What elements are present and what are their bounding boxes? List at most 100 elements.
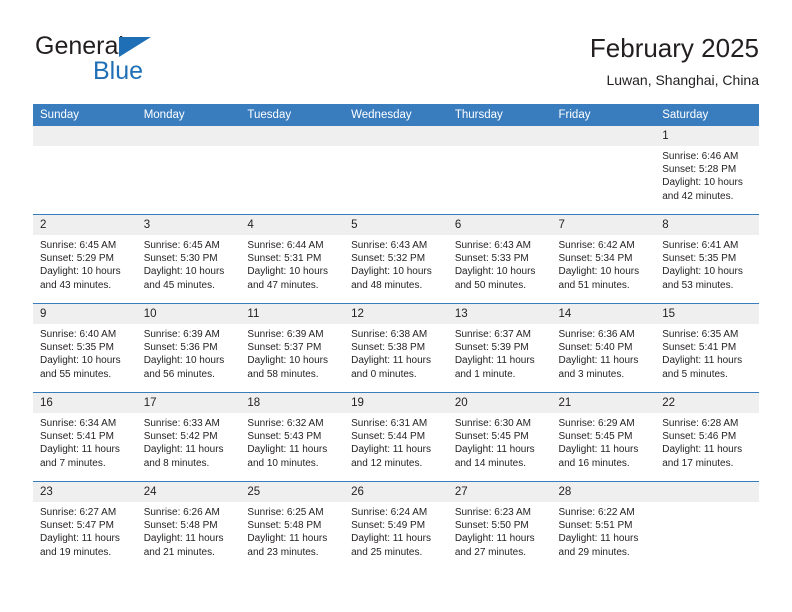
- day-number: 28: [551, 482, 656, 502]
- day-details: Sunrise: 6:44 AM Sunset: 5:31 PM Daylight:…: [240, 235, 344, 292]
- daylight-text: Daylight: 11 hours and 23 minutes.: [247, 533, 328, 558]
- day-details: Sunrise: 6:42 AM Sunset: 5:34 PM Daylight:…: [552, 235, 656, 292]
- day-details: [448, 146, 552, 150]
- logo-general-blue[interactable]: General Blue: [33, 32, 263, 92]
- sunrise-text: Sunrise: 6:35 AM: [662, 329, 739, 340]
- sunrise-text: Sunrise: 6:36 AM: [558, 329, 635, 340]
- calendar-day-cell[interactable]: 9 Sunrise: 6:40 AM Sunset: 5:35 PM Daylight…: [33, 303, 137, 393]
- day-number: 25: [240, 482, 345, 502]
- day-number: 2: [33, 215, 137, 235]
- calendar-day-cell[interactable]: 26 Sunrise: 6:24 AM Sunset: 5:49 PM Dayligh…: [344, 481, 448, 570]
- calendar-day-cell[interactable]: 16 Sunrise: 6:34 AM Sunset: 5:41 PM Dayligh…: [33, 392, 137, 482]
- daylight-text: Daylight: 11 hours and 1 minute.: [454, 355, 535, 380]
- day-number: 18: [240, 393, 345, 413]
- calendar-day-cell-empty: [344, 126, 448, 215]
- day-details: Sunrise: 6:43 AM Sunset: 5:33 PM Daylight:…: [448, 235, 552, 292]
- day-details: Sunrise: 6:36 AM Sunset: 5:40 PM Daylight:…: [552, 324, 656, 381]
- day-number: [136, 126, 241, 146]
- weekday-header-thursday: Thursday: [447, 104, 552, 126]
- day-details: Sunrise: 6:41 AM Sunset: 5:35 PM Daylight:…: [655, 235, 759, 292]
- sunset-text: Sunset: 5:47 PM: [40, 520, 114, 532]
- calendar-day-cell[interactable]: 20 Sunrise: 6:30 AM Sunset: 5:45 PM Dayligh…: [447, 392, 552, 482]
- calendar-day-cell[interactable]: 27 Sunrise: 6:23 AM Sunset: 5:50 PM Dayligh…: [447, 481, 552, 570]
- sunset-text: Sunset: 5:46 PM: [662, 431, 737, 443]
- logo-text-general: General: [35, 32, 124, 60]
- calendar-day-cell[interactable]: 15 Sunrise: 6:35 AM Sunset: 5:41 PM Dayligh…: [655, 303, 759, 393]
- daylight-text: Daylight: 10 hours and 42 minutes.: [662, 177, 743, 202]
- sunset-text: Sunset: 5:37 PM: [247, 342, 322, 354]
- calendar-day-cell[interactable]: 4 Sunrise: 6:44 AM Sunset: 5:31 PM Daylight…: [240, 214, 345, 304]
- sunrise-text: Sunrise: 6:28 AM: [662, 418, 739, 429]
- daylight-text: Daylight: 11 hours and 12 minutes.: [351, 444, 431, 469]
- day-number: [551, 126, 656, 146]
- sunset-text: Sunset: 5:43 PM: [247, 431, 322, 443]
- calendar-day-cell[interactable]: 28 Sunrise: 6:22 AM Sunset: 5:51 PM Dayligh…: [551, 481, 656, 570]
- sunrise-text: Sunrise: 6:45 AM: [40, 240, 117, 251]
- sunset-text: Sunset: 5:31 PM: [247, 253, 322, 265]
- day-number: 8: [655, 215, 759, 235]
- sunset-text: Sunset: 5:51 PM: [558, 520, 633, 532]
- calendar-day-cell[interactable]: 13 Sunrise: 6:37 AM Sunset: 5:39 PM Dayligh…: [447, 303, 552, 393]
- daylight-text: Daylight: 11 hours and 7 minutes.: [40, 444, 120, 469]
- calendar-day-cell[interactable]: 14 Sunrise: 6:36 AM Sunset: 5:40 PM Dayligh…: [551, 303, 656, 393]
- calendar-day-cell[interactable]: 7 Sunrise: 6:42 AM Sunset: 5:34 PM Daylight…: [551, 214, 656, 304]
- calendar-day-cell[interactable]: 17 Sunrise: 6:33 AM Sunset: 5:42 PM Dayligh…: [136, 392, 241, 482]
- sunrise-text: Sunrise: 6:44 AM: [247, 240, 324, 251]
- day-details: Sunrise: 6:35 AM Sunset: 5:41 PM Daylight:…: [655, 324, 759, 381]
- daylight-text: Daylight: 10 hours and 43 minutes.: [40, 266, 121, 291]
- sunset-text: Sunset: 5:50 PM: [454, 520, 529, 532]
- calendar-day-cell[interactable]: 22 Sunrise: 6:28 AM Sunset: 5:46 PM Dayligh…: [655, 392, 759, 482]
- title-block: February 2025 Luwan, Shanghai, China: [590, 32, 759, 90]
- calendar-day-cell-empty: [551, 126, 656, 215]
- day-details: Sunrise: 6:34 AM Sunset: 5:41 PM Daylight:…: [33, 413, 137, 470]
- calendar-day-cell[interactable]: 23 Sunrise: 6:27 AM Sunset: 5:47 PM Dayligh…: [33, 481, 137, 570]
- calendar-day-cell[interactable]: 5 Sunrise: 6:43 AM Sunset: 5:32 PM Daylight…: [344, 214, 448, 304]
- sunrise-text: Sunrise: 6:41 AM: [662, 240, 739, 251]
- calendar-week-row: 16 Sunrise: 6:34 AM Sunset: 5:41 PM Dayligh…: [33, 392, 759, 482]
- calendar-grid: Sunday Monday Tuesday Wednesday Thursday…: [33, 104, 759, 570]
- calendar-day-cell[interactable]: 21 Sunrise: 6:29 AM Sunset: 5:45 PM Dayligh…: [551, 392, 656, 482]
- day-details: Sunrise: 6:27 AM Sunset: 5:47 PM Daylight:…: [33, 502, 137, 559]
- sunrise-text: Sunrise: 6:46 AM: [662, 151, 739, 162]
- calendar-day-cell[interactable]: 1 Sunrise: 6:46 AM Sunset: 5:28 PM Daylight…: [655, 126, 759, 215]
- calendar-day-cell[interactable]: 10 Sunrise: 6:39 AM Sunset: 5:36 PM Dayligh…: [136, 303, 241, 393]
- sunrise-text: Sunrise: 6:39 AM: [143, 329, 220, 340]
- sunrise-text: Sunrise: 6:26 AM: [143, 507, 220, 518]
- daylight-text: Daylight: 10 hours and 50 minutes.: [454, 266, 536, 291]
- day-number: 3: [136, 215, 241, 235]
- day-number: 10: [136, 304, 241, 324]
- calendar-page: General Blue February 2025 Luwan, Shangh…: [0, 0, 792, 612]
- daylight-text: Daylight: 11 hours and 10 minutes.: [247, 444, 328, 469]
- page-subtitle-location: Luwan, Shanghai, China: [606, 72, 759, 88]
- calendar-day-cell[interactable]: 2 Sunrise: 6:45 AM Sunset: 5:29 PM Daylight…: [33, 214, 137, 304]
- day-number: 21: [551, 393, 656, 413]
- calendar-day-cell[interactable]: 8 Sunrise: 6:41 AM Sunset: 5:35 PM Daylight…: [655, 214, 759, 304]
- weekday-header-saturday: Saturday: [655, 104, 759, 126]
- calendar-day-cell[interactable]: 12 Sunrise: 6:38 AM Sunset: 5:38 PM Dayligh…: [344, 303, 448, 393]
- calendar-day-cell[interactable]: 18 Sunrise: 6:32 AM Sunset: 5:43 PM Dayligh…: [240, 392, 345, 482]
- sunset-text: Sunset: 5:29 PM: [40, 253, 114, 265]
- daylight-text: Daylight: 10 hours and 45 minutes.: [143, 266, 225, 291]
- day-number: [33, 126, 137, 146]
- day-details: Sunrise: 6:25 AM Sunset: 5:48 PM Daylight:…: [240, 502, 344, 559]
- day-number: [447, 126, 552, 146]
- sunrise-text: Sunrise: 6:34 AM: [40, 418, 117, 429]
- day-number: 26: [344, 482, 448, 502]
- day-details: [344, 146, 448, 150]
- day-details: Sunrise: 6:38 AM Sunset: 5:38 PM Daylight:…: [344, 324, 448, 381]
- calendar-day-cell[interactable]: 6 Sunrise: 6:43 AM Sunset: 5:33 PM Daylight…: [447, 214, 552, 304]
- day-details: [655, 502, 759, 506]
- day-number: 22: [655, 393, 759, 413]
- calendar-day-cell[interactable]: 24 Sunrise: 6:26 AM Sunset: 5:48 PM Dayligh…: [136, 481, 241, 570]
- weekday-header-row: Sunday Monday Tuesday Wednesday Thursday…: [33, 104, 759, 126]
- day-details: Sunrise: 6:23 AM Sunset: 5:50 PM Daylight:…: [448, 502, 552, 559]
- calendar-day-cell[interactable]: 25 Sunrise: 6:25 AM Sunset: 5:48 PM Dayligh…: [240, 481, 345, 570]
- day-details: [33, 146, 137, 150]
- calendar-day-cell[interactable]: 19 Sunrise: 6:31 AM Sunset: 5:44 PM Dayligh…: [344, 392, 448, 482]
- weekday-header-wednesday: Wednesday: [344, 104, 448, 126]
- logo-text-blue: Blue: [93, 57, 144, 85]
- calendar-day-cell[interactable]: 11 Sunrise: 6:39 AM Sunset: 5:37 PM Dayligh…: [240, 303, 345, 393]
- calendar-day-cell[interactable]: 3 Sunrise: 6:45 AM Sunset: 5:30 PM Daylight…: [136, 214, 241, 304]
- daylight-text: Daylight: 11 hours and 14 minutes.: [454, 444, 535, 469]
- weekday-header-sunday: Sunday: [33, 104, 137, 126]
